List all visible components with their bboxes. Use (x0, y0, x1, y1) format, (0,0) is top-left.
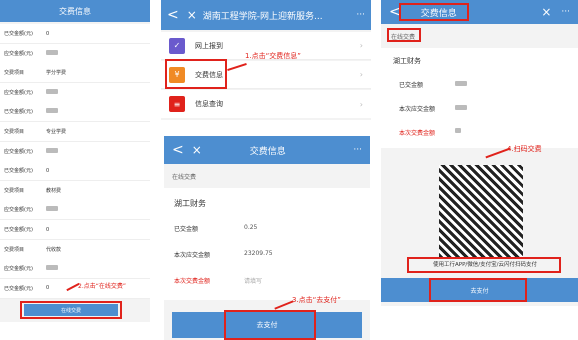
p1-row: 交费项目 专业学费 (0, 122, 150, 142)
p1-row: 已交金额(元) (0, 102, 150, 123)
p1-row-label: 已交金额(元) (4, 109, 33, 116)
p3-section-highlight (387, 28, 421, 42)
p2b-section: 在线交费 (172, 174, 197, 181)
more-icon[interactable]: ··· (353, 145, 362, 155)
p1-row: 交费项目 学分学费 (0, 63, 150, 84)
chevron-right-icon: › (359, 70, 363, 79)
p1-row-value: 0 (46, 285, 50, 292)
p1-row-label: 交费项目 (4, 70, 25, 77)
p1-row-value (46, 88, 58, 96)
p2-arrow3 (274, 300, 294, 310)
qr-note-highlight (407, 257, 561, 273)
qr-code[interactable] (439, 165, 523, 257)
p1-row: 交费项目 教材费 (0, 180, 150, 201)
fee-info-highlight (165, 59, 227, 89)
p2-annotation1: 1.点击“交费信息” (245, 52, 301, 60)
p1-row-value: 学分学费 (46, 70, 67, 77)
p2b-org: 湖工财务 (174, 199, 206, 208)
p3-org: 湖工财务 (393, 57, 421, 65)
p3-due-value (455, 105, 467, 110)
p1-row-label: 应交金额(元) (4, 207, 33, 214)
more-icon[interactable]: ··· (356, 10, 365, 20)
close-icon[interactable]: × (187, 8, 197, 22)
p2b-card: 湖工财务 已交金额 0.25 本次应交金额 23209.75 本次交费金额 请填… (164, 188, 370, 300)
p1-row: 交费项目 代收款 (0, 239, 150, 260)
p1-row-value (46, 49, 58, 57)
p2b-title-bar: < × 交费信息 ··· (164, 136, 370, 164)
phone-2-bottom: < × 交费信息 ··· 在线交费 湖工财务 已交金额 0.25 本次应交金额 … (164, 136, 370, 340)
p1-row: 应交金额(元) (0, 82, 150, 103)
p1-row-value (46, 147, 58, 155)
p1-row: 已交金额(元) 0 (0, 161, 150, 182)
p3-paid-label: 已交金额 (399, 82, 424, 89)
p1-row: 应交金额(元) (0, 43, 150, 64)
p1-row-label: 已交金额(元) (4, 31, 33, 37)
p2-annotation3: 3.点击“去支付” (292, 296, 341, 304)
p1-row-value: 专业学费 (46, 129, 67, 135)
p1-row-label: 交费项目 (4, 246, 25, 253)
p1-row-label: 应交金额(元) (4, 50, 33, 57)
chevron-right-icon: › (359, 99, 363, 109)
p3-go-pay-highlight (429, 278, 527, 302)
p1-row-value (46, 108, 58, 115)
p1-row-value: 0 (46, 30, 50, 37)
p3-due-label: 本次应交金额 (399, 106, 436, 113)
pay-amount-input[interactable]: 请填写 (244, 276, 262, 285)
p1-row-value: 教材费 (46, 187, 62, 194)
p1-row-label: 应交金额(元) (4, 89, 33, 96)
close-icon[interactable]: × (192, 143, 202, 157)
p2b-due-label: 本次应交金额 (174, 252, 211, 259)
p1-row: 已交金额(元) 0 (0, 278, 150, 299)
back-icon[interactable]: < (167, 7, 179, 23)
p1-row-label: 已交金额(元) (4, 227, 33, 233)
p1-row-label: 已交金额(元) (4, 285, 33, 292)
more-icon[interactable]: ··· (561, 7, 570, 17)
p1-row-label: 交费项目 (4, 187, 25, 194)
p1-row-label: 已交金额(元) (4, 168, 33, 175)
online-pay-label: 在线交费 (60, 307, 81, 314)
close-icon[interactable]: × (541, 5, 551, 19)
menu-label-register: 网上报到 (195, 41, 223, 50)
p1-row: 应交金额(元) (0, 200, 150, 221)
chevron-right-icon: › (359, 41, 363, 50)
p1-row-value (46, 265, 58, 272)
p1-title-bar: 交费信息 (0, 0, 150, 22)
p1-row: 应交金额(元) (0, 141, 150, 162)
p1-title: 交费信息 (59, 6, 91, 16)
p1-row-value: 代收款 (46, 246, 62, 253)
online-pay-button[interactable]: 在线交费 (24, 304, 118, 316)
phone-2-top: < × 湖南工程学院-网上迎新服务... ··· ✓ 网上报到 › ¥ 交费信息… (161, 0, 371, 120)
p3-pay-value (455, 128, 461, 133)
p1-row-value: 0 (46, 167, 50, 174)
p2b-pay-label: 本次交费金额 (174, 278, 211, 285)
menu-item-query[interactable]: ≡ 信息查询 › (161, 90, 371, 118)
p2b-paid-value: 0.25 (244, 224, 258, 231)
phone-1-screen: 交费信息 已交金额(元) 0 应交金额(元) 交费项目 学分学费 应交金额(元) 已交金额(… (0, 0, 150, 322)
p1-row: 已交金额(元) 0 (0, 24, 150, 44)
query-icon: ≡ (169, 96, 185, 112)
phone-3-screen: < 交费信息 × ··· 在线交费 湖工财务 已交金额 本次应交金额 本次交费金… (381, 0, 578, 306)
p1-row: 已交金额(元) 0 (0, 220, 150, 240)
p1-row-value (46, 206, 58, 213)
p1-row-label: 应交金额(元) (4, 266, 33, 273)
register-icon: ✓ (169, 37, 185, 54)
p3-annotation4: 4.扫码交费 (507, 145, 542, 153)
p3-paid-value (455, 81, 467, 86)
back-icon[interactable]: < (172, 142, 184, 158)
p1-row-label: 交费项目 (4, 129, 25, 135)
p1-row-value: 0 (46, 226, 50, 233)
p3-title-highlight (399, 3, 469, 21)
p1-row-label: 应交金额(元) (4, 148, 33, 155)
p2b-paid-label: 已交金额 (174, 226, 199, 233)
p2-title: 湖南工程学院-网上迎新服务... (202, 11, 323, 22)
p2b-title: 交费信息 (249, 146, 286, 157)
p3-pay-label: 本次交费金额 (399, 130, 436, 137)
p2-title-bar: < × 湖南工程学院-网上迎新服务... ··· (161, 0, 371, 30)
p1-annotation: 2.点击“在线交费” (78, 283, 126, 290)
p3-card: 湖工财务 已交金额 本次应交金额 本次交费金额 (381, 48, 578, 148)
go-pay-highlight (224, 310, 316, 340)
menu-label-query: 信息查询 (195, 100, 223, 108)
p1-row: 应交金额(元) (0, 259, 150, 280)
p2b-due-value: 23209.75 (244, 250, 273, 257)
